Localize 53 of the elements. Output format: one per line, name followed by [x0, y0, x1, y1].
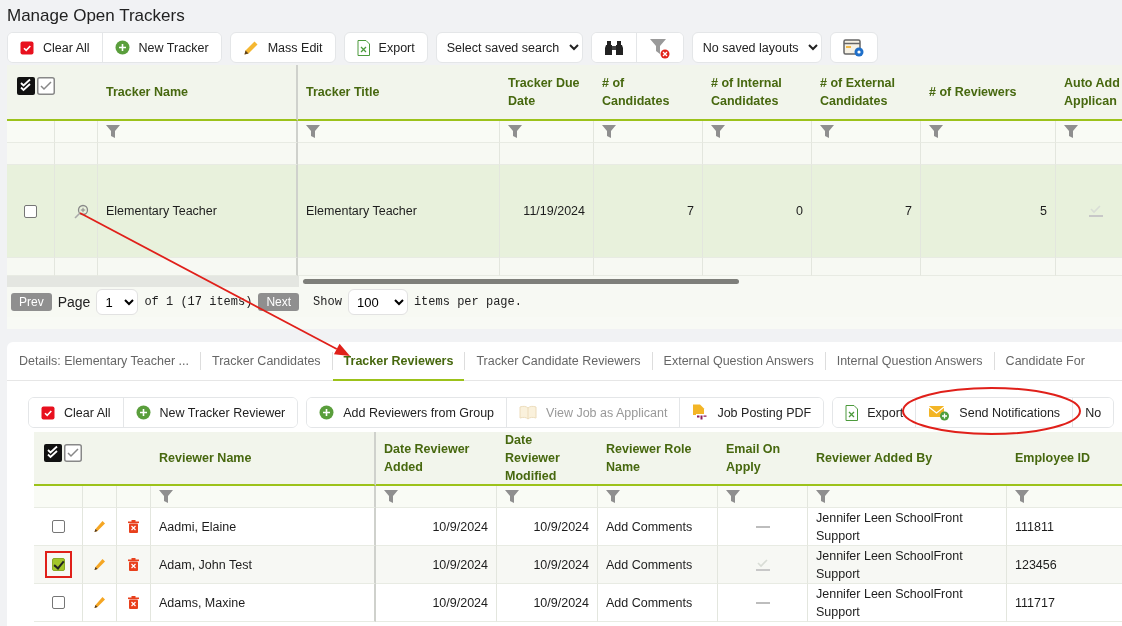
table-cell: 11/19/2024	[500, 165, 594, 258]
column-header[interactable]: Tracker Due Date	[500, 65, 594, 121]
table-cell: 0	[703, 165, 812, 258]
table-cell: 10/9/2024	[497, 584, 598, 622]
column-header[interactable]: Date Reviewer Added	[376, 432, 497, 486]
page-count: of 1 (17 items)	[144, 295, 253, 309]
table-row[interactable]: Adam, John Test 10/9/2024 10/9/2024 Add Comments Jennifer Leen SchoolFront Support 123456	[34, 546, 1122, 584]
column-header[interactable]: Date Reviewer Modified	[497, 432, 598, 486]
column-header[interactable]: Email On Apply	[718, 432, 808, 486]
page-title: Manage Open Trackers	[7, 6, 185, 25]
table-row[interactable]: Aadmi, Elaine 10/9/2024 10/9/2024 Add Comments Jennifer Leen SchoolFront Support 111811	[34, 508, 1122, 546]
table-cell: Jennifer Leen SchoolFront Support	[808, 584, 1007, 622]
table-cell: Add Comments	[598, 584, 718, 622]
toolbar-button[interactable]: No	[1072, 398, 1114, 427]
table-cell: 111717	[1007, 584, 1122, 622]
column-header[interactable]: Tracker Title	[298, 65, 500, 121]
column-header[interactable]: # of Reviewers	[921, 65, 1056, 121]
table-cell: Adams, Maxine	[151, 584, 376, 622]
toolbar-button[interactable]: Job Posting PDF	[679, 398, 824, 427]
tab[interactable]: Details: Elementary Teacher ...	[8, 342, 200, 381]
per-page-label: items per page.	[413, 295, 522, 309]
column-header[interactable]: Auto Add Applican	[1056, 65, 1122, 121]
page-label: Page	[57, 294, 91, 310]
tab[interactable]: Tracker Candidates	[201, 342, 332, 381]
column-header[interactable]: # of Candidates	[594, 65, 703, 121]
column-header[interactable]: # of External Candidates	[812, 65, 921, 121]
table-cell: Elementary Teacher	[298, 165, 500, 258]
page-size-dropdown[interactable]: 100	[347, 289, 408, 315]
column-header[interactable]: Employee ID	[1007, 432, 1122, 486]
dropdown-field[interactable]: No saved layouts	[691, 32, 822, 63]
page-dropdown[interactable]: 1	[96, 289, 139, 315]
column-header[interactable]: Reviewer Name	[151, 432, 376, 486]
column-header[interactable]: Reviewer Added By	[808, 432, 1007, 486]
toolbar-button[interactable]: Export	[343, 32, 428, 63]
tab[interactable]: Candidate For	[994, 342, 1096, 381]
tab[interactable]: External Question Answers	[652, 342, 825, 381]
table-cell: 10/9/2024	[376, 584, 497, 622]
column-header[interactable]: # of Internal Candidates	[703, 65, 812, 121]
table-cell: 7	[812, 165, 921, 258]
table-row[interactable]: Adams, Maxine 10/9/2024 10/9/2024 Add Comments Jennifer Leen SchoolFront Support 111717	[34, 584, 1122, 622]
table-cell: 7	[594, 165, 703, 258]
show-label: Show	[313, 295, 342, 309]
dropdown-field[interactable]: Select saved search	[435, 32, 583, 63]
column-header[interactable]: Reviewer Role Name	[598, 432, 718, 486]
table-cell: Elementary Teacher	[98, 165, 298, 258]
toolbar-button[interactable]: New Tracker	[101, 33, 221, 62]
tab[interactable]: Tracker Candidate Reviewers	[465, 342, 652, 381]
table-cell: 5	[921, 165, 1056, 258]
tab[interactable]: Internal Question Answers	[825, 342, 994, 381]
toolbar-button[interactable]: Mass Edit	[229, 32, 336, 63]
table-row[interactable]: Elementary Teacher Elementary Teacher 11/19/2024 7 0 7 5	[7, 165, 1122, 258]
column-header[interactable]: Tracker Name	[98, 65, 298, 121]
toolbar-button[interactable]: New Tracker Reviewer	[122, 398, 298, 427]
